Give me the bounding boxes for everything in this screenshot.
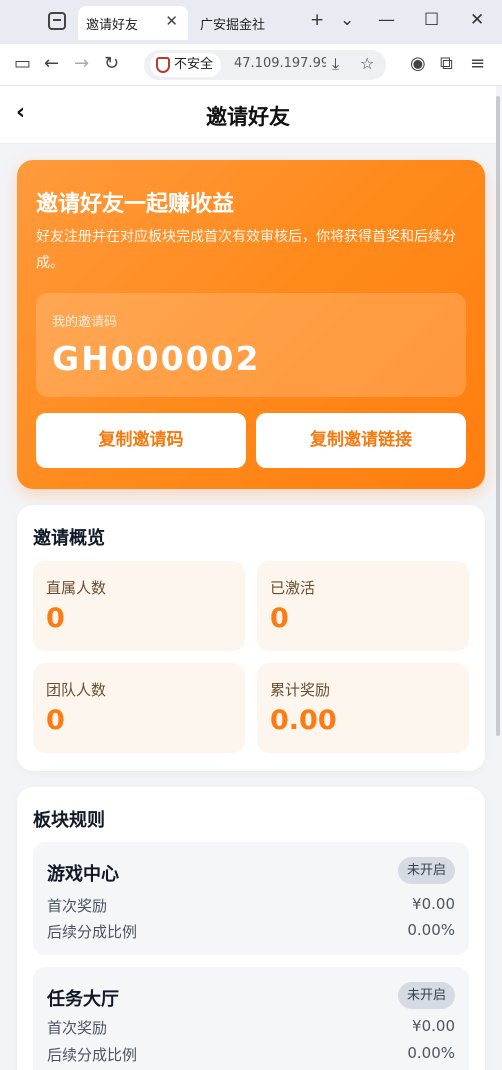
bookmark-star-icon[interactable]: ☆: [360, 54, 374, 73]
not-secure-shield-icon: [156, 57, 170, 73]
stat-total-rewards: 累计奖励 0.00: [257, 663, 469, 753]
close-tab-icon[interactable]: ✕: [165, 12, 178, 30]
page-header: ‹ 邀请好友: [0, 86, 496, 144]
copy-invite-link-button[interactable]: 复制邀请链接: [256, 413, 466, 468]
url-text[interactable]: 47.109.197.99: [234, 56, 326, 71]
close-window-icon[interactable]: ✕: [470, 10, 484, 30]
install-app-icon[interactable]: ⤓: [332, 54, 339, 74]
share-ratio-label: 后续分成比例: [47, 1046, 138, 1064]
stat-activated: 已激活 0: [257, 561, 469, 651]
invite-code-value: GH000002: [52, 339, 261, 378]
security-indicator[interactable]: 不安全: [150, 53, 222, 77]
security-label: 不安全: [174, 57, 214, 72]
rule-first-reward-row: 首次奖励 ¥0.00: [47, 895, 455, 916]
first-reward-label: 首次奖励: [47, 897, 108, 915]
profile-icon[interactable]: ◉: [410, 53, 426, 74]
rule-item-task-hall: 任务大厅 未开启 首次奖励 ¥0.00 后续分成比例 0.00%: [33, 967, 469, 1070]
stat-label: 团队人数: [46, 681, 107, 699]
rule-item-game-center: 游戏中心 未开启 首次奖励 ¥0.00 后续分成比例 0.00%: [33, 842, 469, 955]
stat-label: 累计奖励: [270, 681, 331, 699]
reload-icon[interactable]: ↻: [104, 53, 119, 74]
stat-team-members: 团队人数 0: [33, 663, 245, 753]
rule-name: 任务大厅: [47, 989, 119, 1010]
rule-name: 游戏中心: [47, 864, 119, 885]
invite-overview-card: 邀请概览 直属人数 0 已激活 0 团队人数 0 累计奖励 0.00: [17, 505, 485, 771]
forward-nav-icon[interactable]: →: [74, 53, 89, 74]
browser-address-bar: ▭ ← → ↻ 不安全 47.109.197.99 ⤓ ☆ ◉ ⧉ ≡: [0, 44, 502, 86]
minimize-icon[interactable]: —: [378, 10, 395, 30]
share-ratio-value: 0.00%: [407, 921, 455, 939]
menu-icon[interactable]: ≡: [470, 53, 485, 74]
share-ratio-label: 后续分成比例: [47, 923, 138, 941]
stat-value: 0: [46, 705, 65, 736]
invite-code-box: 我的邀请码 GH000002: [36, 293, 466, 397]
tab-actions-icon[interactable]: [48, 12, 66, 30]
copy-invite-code-button[interactable]: 复制邀请码: [36, 413, 246, 468]
status-badge: 未开启: [397, 982, 455, 1009]
invite-code-label: 我的邀请码: [52, 315, 118, 330]
stat-value: 0: [46, 603, 65, 634]
stat-label: 直属人数: [46, 579, 107, 597]
hero-description: 好友注册并在对应板块完成首次有效审核后，你将获得首奖和后续分成。: [36, 229, 456, 271]
rules-title: 板块规则: [33, 810, 105, 831]
tab-second[interactable]: 广安掘金社: [200, 14, 265, 33]
stat-value: 0: [270, 603, 289, 634]
split-view-icon[interactable]: ▭: [14, 53, 31, 74]
stat-label: 已激活: [270, 579, 316, 597]
first-reward-value: ¥0.00: [412, 895, 455, 913]
stat-value: 0.00: [270, 705, 337, 736]
new-tab-icon[interactable]: +: [310, 10, 324, 30]
rule-share-ratio-row: 后续分成比例 0.00%: [47, 1044, 455, 1065]
tab-title: 邀请好友: [86, 18, 139, 33]
page-title: 邀请好友: [206, 105, 290, 129]
hero-title: 邀请好友一起赚收益: [36, 192, 235, 217]
tab-active[interactable]: 邀请好友 ✕: [78, 6, 188, 40]
extensions-icon[interactable]: ⧉: [440, 53, 453, 74]
maximize-icon[interactable]: ☐: [424, 10, 439, 30]
back-nav-icon[interactable]: ←: [44, 53, 59, 74]
url-field[interactable]: 不安全 47.109.197.99 ⤓ ☆: [144, 50, 386, 80]
status-badge: 未开启: [397, 857, 455, 884]
first-reward-value: ¥0.00: [412, 1017, 455, 1035]
rule-share-ratio-row: 后续分成比例 0.00%: [47, 921, 455, 942]
tab-search-chevron-icon[interactable]: ⌄: [340, 10, 354, 30]
share-ratio-value: 0.00%: [407, 1044, 455, 1062]
invite-hero-card: 邀请好友一起赚收益 好友注册并在对应板块完成首次有效审核后，你将获得首奖和后续分…: [17, 160, 485, 489]
stat-direct-members: 直属人数 0: [33, 561, 245, 651]
overview-title: 邀请概览: [33, 528, 105, 549]
rule-first-reward-row: 首次奖励 ¥0.00: [47, 1017, 455, 1038]
page-scrollbar[interactable]: [496, 96, 500, 736]
section-rules-card: 板块规则 游戏中心 未开启 首次奖励 ¥0.00 后续分成比例 0.00% 任务…: [17, 787, 485, 1070]
first-reward-label: 首次奖励: [47, 1019, 108, 1037]
browser-tab-bar: 邀请好友 ✕ 广安掘金社 + ⌄ — ☐ ✕: [0, 0, 502, 44]
